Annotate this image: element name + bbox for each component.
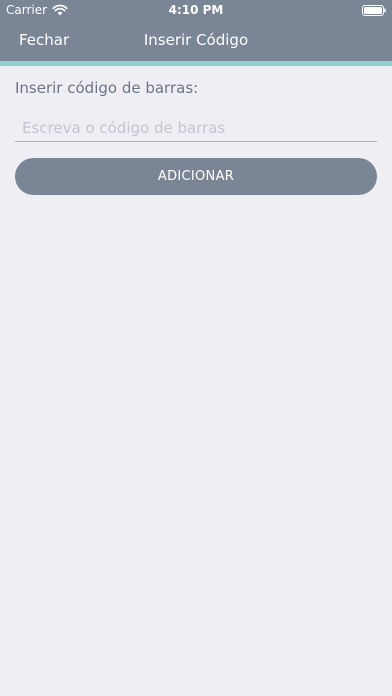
battery-icon	[362, 5, 386, 16]
add-button[interactable]: ADICIONAR	[15, 158, 377, 195]
barcode-label: Inserir código de barras:	[15, 79, 199, 97]
app-header: Carrier 4:10 PM Fechar Inserir Código	[0, 0, 392, 61]
status-bar: Carrier 4:10 PM	[0, 0, 392, 20]
navigation-bar: Fechar Inserir Código	[0, 20, 392, 61]
page-title: Inserir Código	[143, 31, 249, 49]
barcode-input[interactable]	[15, 114, 377, 142]
header-accent-line	[0, 61, 392, 66]
status-time: 4:10 PM	[168, 3, 224, 17]
